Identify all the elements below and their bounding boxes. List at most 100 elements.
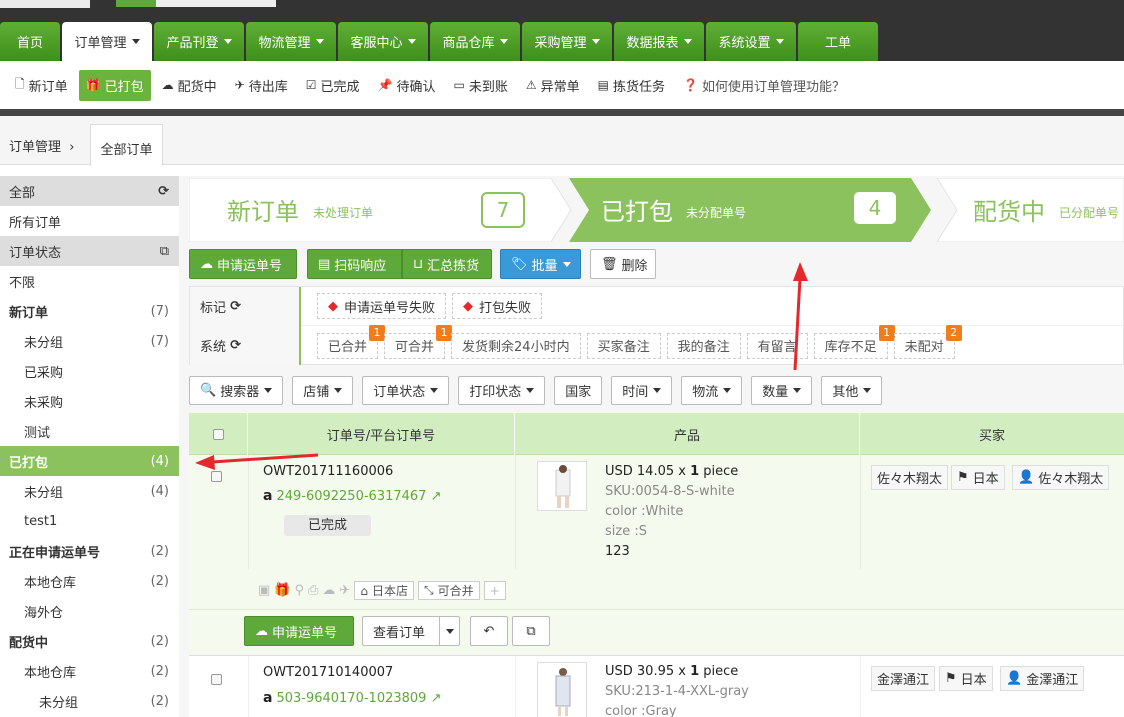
tag-label: 买家备注 — [597, 340, 650, 355]
undo-button[interactable]: ↶ — [470, 616, 508, 646]
nav-tab-logistics[interactable]: 物流管理 — [246, 22, 336, 61]
tag-my-note[interactable]: 我的备注 — [666, 332, 741, 359]
sidebar-item-any[interactable]: 不限 — [0, 266, 179, 296]
sidebar-item-all-orders[interactable]: 所有订单 — [0, 206, 179, 236]
filter-search[interactable]: 🔍 搜索器 — [189, 376, 284, 405]
sidebar-item-picking-local[interactable]: 本地仓库 (2) — [0, 656, 179, 686]
country-label: 日本 — [960, 673, 987, 688]
nav-tab-reports[interactable]: 数据报表 — [614, 22, 704, 61]
sidebar-item-not-purchased[interactable]: 未采购 — [0, 386, 179, 416]
platform-order-link[interactable]: a 249-6092250-6317467 ↗ — [263, 488, 442, 504]
sidebar-label: 未分组 — [24, 485, 64, 501]
filter-other[interactable]: 其他 — [821, 376, 883, 405]
subnav-label: 已完成 — [320, 79, 360, 95]
sidebar-item-purchased[interactable]: 已采购 — [0, 356, 179, 386]
apply-waybill-button[interactable]: ☁ 申请运单号 — [189, 249, 297, 279]
tag-filter-box: 标记 ⟳ ◆ 申请运单号失败 ◆ 打包失败 系统 ⟳ 已合并 1 可合并 1 发货剩余2… — [189, 286, 1124, 365]
product-thumbnail[interactable] — [537, 662, 587, 717]
merge-tag[interactable]: ⤡ 可合并 — [417, 581, 480, 600]
delete-button[interactable]: 🗑 删除 — [590, 249, 656, 279]
row-checkbox[interactable] — [211, 674, 222, 685]
subnav-help-link[interactable]: ❓ 如何使用订单管理功能？ — [676, 70, 852, 101]
scan-button[interactable]: ▤ 扫码响应 — [307, 249, 402, 279]
subnav-label: 待确认 — [396, 79, 436, 95]
summary-pick-button[interactable]: ⊔ 汇总拣货 — [402, 249, 492, 279]
tag-merged[interactable]: 已合并 1 — [317, 324, 386, 359]
subnav-pick-task[interactable]: ▤ 拣货任务 — [591, 70, 672, 101]
header-label: 买家 — [978, 428, 1005, 444]
filter-logistics[interactable]: 物流 — [681, 376, 743, 405]
sidebar-label: 海外仓 — [24, 605, 64, 621]
sidebar-item-new[interactable]: 新订单 (7) — [0, 296, 179, 326]
subnav-unpaid[interactable]: ▭ 未到账 — [446, 70, 514, 101]
sidebar-item-picking[interactable]: 配货中 (2) — [0, 626, 179, 656]
sidebar-item-packed-ungrouped[interactable]: 未分组 (4) — [0, 476, 179, 506]
sidebar-item-applying[interactable]: 正在申请运单号 (2) — [0, 536, 179, 566]
breadcrumb-root[interactable]: 订单管理 › — [9, 136, 75, 155]
copy-button[interactable]: ⧉ — [512, 616, 550, 646]
filter-order-status[interactable]: 订单状态 — [362, 376, 450, 405]
tag-apply-failed[interactable]: ◆ 申请运单号失败 — [317, 293, 447, 319]
filter-label: 物流 — [692, 385, 719, 400]
filter-quantity[interactable]: 数量 — [751, 376, 813, 405]
nav-tab-settings[interactable]: 系统设置 — [706, 22, 796, 61]
filter-print-status[interactable]: 打印状态 — [458, 376, 546, 405]
breadcrumb-current-tab[interactable]: 全部订单 — [90, 124, 163, 166]
sidebar-all-header[interactable]: 全部 ⟳ — [0, 176, 179, 206]
refresh-icon[interactable]: ⟳ — [230, 299, 241, 314]
product-thumbnail[interactable] — [537, 461, 587, 511]
country-label: 日本 — [972, 472, 999, 487]
sidebar-item-new-ungrouped[interactable]: 未分组 (7) — [0, 326, 179, 356]
sidebar-item-picking-ungrouped[interactable]: 未分组 (2) — [0, 686, 179, 716]
tag-ship-24h[interactable]: 发货剩余24小时内 — [451, 332, 581, 359]
filter-bar: 🔍 搜索器 店铺 订单状态 打印状态 国家 时间 物流 数量 其他 — [189, 376, 891, 405]
nav-tab-service[interactable]: 客服中心 — [338, 22, 428, 61]
subnav-confirm[interactable]: 📌 待确认 — [371, 70, 443, 101]
tag-buyer-note[interactable]: 买家备注 — [586, 332, 661, 359]
batch-dropdown-button[interactable]: 🏷 批量 — [500, 249, 581, 279]
tag-mergeable[interactable]: 可合并 1 — [384, 324, 453, 359]
add-tag-button[interactable]: + — [483, 581, 506, 600]
tag-has-message[interactable]: 有留言 — [746, 332, 808, 359]
subnav-new[interactable]: 🗋 新订单 — [8, 70, 75, 101]
subnav-picking[interactable]: ☁ 配货中 — [155, 70, 224, 101]
tag-out-of-stock[interactable]: 库存不足 1 — [813, 324, 895, 359]
filter-shop[interactable]: 店铺 — [292, 376, 354, 405]
user-icon: 👤 — [1006, 671, 1023, 686]
view-order-dropdown[interactable] — [439, 616, 460, 646]
sidebar-item-overseas[interactable]: 海外仓 — [0, 596, 179, 626]
platform-order-link[interactable]: a 503-9640170-1023809 ↗ — [263, 690, 442, 706]
view-order-button[interactable]: 查看订单 — [362, 616, 440, 646]
subnav-exception[interactable]: ⚠ 异常单 — [519, 70, 587, 101]
select-all-checkbox[interactable] — [212, 428, 224, 440]
sidebar-item-local-warehouse[interactable]: 本地仓库 (2) — [0, 566, 179, 596]
nav-tab-tickets[interactable]: 工单 — [798, 22, 878, 61]
nav-tab-orders[interactable]: 订单管理 — [62, 22, 152, 61]
subnav-packed[interactable]: 🎁 已打包 — [78, 69, 151, 101]
refresh-icon[interactable]: ⟳ — [230, 338, 241, 353]
unit-text: piece — [699, 664, 739, 679]
filter-time[interactable]: 时间 — [611, 376, 673, 405]
nav-tab-home[interactable]: 首页 — [0, 22, 60, 61]
sidebar-item-test[interactable]: 测试 — [0, 416, 179, 446]
refresh-icon[interactable]: ⟳ — [158, 184, 169, 199]
tag-unpaired[interactable]: 未配对 2 — [893, 324, 962, 359]
row-checkbox[interactable] — [211, 471, 222, 482]
sidebar-item-packed[interactable]: 已打包 (4) — [0, 446, 179, 476]
product-sku: SKU:213-1-4-XXL-gray — [605, 684, 749, 699]
sidebar: 全部 ⟳ 所有订单 订单状态 ⧉ 不限 新订单 (7) 未分组 (7) 已采购 未采购 … — [0, 176, 179, 717]
money-icon: ▣ — [258, 583, 271, 598]
nav-tab-purchase[interactable]: 采购管理 — [522, 22, 612, 61]
nav-tab-warehouse[interactable]: 商品仓库 — [430, 22, 520, 61]
subnav-completed[interactable]: ☑ 已完成 — [299, 70, 367, 101]
tag-pack-failed[interactable]: ◆ 打包失败 — [452, 293, 543, 319]
sidebar-item-test1[interactable]: test1 — [0, 506, 179, 536]
nav-tab-listing[interactable]: 产品刊登 — [154, 22, 244, 61]
subnav-label: 新订单 — [28, 79, 68, 95]
filter-country[interactable]: 国家 — [554, 376, 603, 405]
sidebar-label: 订单状态 — [9, 245, 62, 261]
sitemap-icon[interactable]: ⧉ — [160, 244, 169, 259]
apply-waybill-row-button[interactable]: ☁ 申请运单号 — [244, 616, 354, 646]
chevron-down-icon — [499, 39, 508, 44]
subnav-outbound[interactable]: ✈ 待出库 — [228, 70, 295, 101]
